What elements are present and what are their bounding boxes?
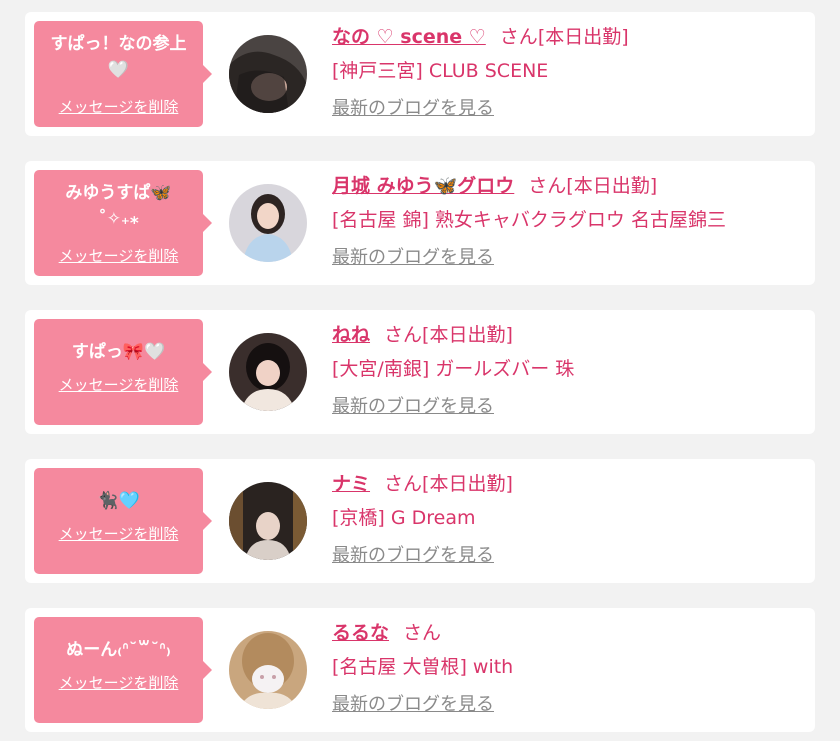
list-item: ぬーん₍ᐢ˘꒳˘ᐢ₎ メッセージを削除 るるな さん [名古屋 大曽根] with… (25, 608, 815, 732)
store-text: [名古屋 錦] 熟女キャバクラグロウ 名古屋錦三 (332, 209, 726, 231)
name-row: ナミ さん[本日出勤] (332, 467, 805, 501)
cast-name-link[interactable]: 月城 みゆう🦋グロウ (332, 175, 514, 197)
store-text: [名古屋 大曽根] with (332, 656, 514, 678)
message-text: 🐈‍⬛🩵 (97, 491, 140, 511)
cast-name-link[interactable]: るるな (332, 622, 389, 644)
cast-name-link[interactable]: なの ♡ scene ♡ (332, 26, 486, 48)
message-bubble: すぱっ🎀🤍 メッセージを削除 (34, 319, 212, 425)
delete-message-link[interactable]: メッセージを削除 (34, 245, 203, 266)
avatar-photo (229, 333, 307, 411)
avatar[interactable] (229, 631, 307, 709)
cast-info: なの ♡ scene ♡ さん[本日出勤] [神戸三宮] CLUB SCENE 最… (332, 20, 805, 126)
list-item: 🐈‍⬛🩵 メッセージを削除 ナミ さん[本日出勤] [京橋] G Dream 最新… (25, 459, 815, 583)
cast-info: るるな さん [名古屋 大曽根] with 最新のブログを見る (332, 616, 805, 722)
cast-info: ねね さん[本日出勤] [大宮/南銀] ガールズバー 珠 最新のブログを見る (332, 318, 805, 424)
store-text: [神戸三宮] CLUB SCENE (332, 60, 549, 82)
delete-message-link[interactable]: メッセージを削除 (34, 374, 203, 395)
message-bubble: すぱっ！なの参上 🤍 メッセージを削除 (34, 21, 212, 127)
store-text: [京橋] G Dream (332, 507, 476, 529)
list-item: すぱっ！なの参上 🤍 メッセージを削除 なの ♡ scene ♡ さん[本日出勤]… (25, 12, 815, 136)
honorific: さん (384, 473, 423, 495)
delete-message-link[interactable]: メッセージを削除 (34, 523, 203, 544)
cast-name-link[interactable]: ねね (332, 324, 370, 346)
blog-link[interactable]: 最新のブログを見る (332, 688, 494, 722)
message-text: すぱっ！なの参上 🤍 (50, 34, 187, 80)
honorific: さん (403, 622, 442, 644)
message-text: みゆうすぱ🦋 ˚✧₊⁎ (65, 183, 172, 229)
delete-message-link[interactable]: メッセージを削除 (34, 96, 203, 117)
blog-link[interactable]: 最新のブログを見る (332, 241, 494, 275)
honorific: さん (499, 26, 538, 48)
list-item: すぱっ🎀🤍 メッセージを削除 ねね さん[本日出勤] [大宮/南銀] ガールズバー… (25, 310, 815, 434)
blog-link[interactable]: 最新のブログを見る (332, 539, 494, 573)
avatar[interactable] (229, 333, 307, 411)
honorific: さん (384, 324, 423, 346)
name-row: るるな さん (332, 616, 805, 650)
cast-name-link[interactable]: ナミ (332, 473, 370, 495)
name-row: 月城 みゆう🦋グロウ さん[本日出勤] (332, 169, 805, 203)
message-bubble: 🐈‍⬛🩵 メッセージを削除 (34, 468, 212, 574)
status-text: [本日出勤] (422, 473, 513, 495)
cast-info: ナミ さん[本日出勤] [京橋] G Dream 最新のブログを見る (332, 467, 805, 573)
status-text: [本日出勤] (537, 26, 629, 48)
status-text: [本日出勤] (566, 175, 658, 197)
name-row: ねね さん[本日出勤] (332, 318, 805, 352)
avatar-photo (229, 184, 307, 262)
blog-link[interactable]: 最新のブログを見る (332, 92, 494, 126)
message-list: すぱっ！なの参上 🤍 メッセージを削除 なの ♡ scene ♡ さん[本日出勤]… (0, 0, 840, 741)
avatar[interactable] (229, 482, 307, 560)
blog-link[interactable]: 最新のブログを見る (332, 390, 494, 424)
message-text: ぬーん₍ᐢ˘꒳˘ᐢ₎ (66, 640, 171, 660)
avatar-photo (229, 35, 307, 113)
message-text: すぱっ🎀🤍 (71, 342, 166, 362)
cast-info: 月城 みゆう🦋グロウ さん[本日出勤] [名古屋 錦] 熟女キャバクラグロウ 名古… (332, 169, 805, 275)
status-text: [本日出勤] (422, 324, 513, 346)
honorific: さん (528, 175, 567, 197)
message-bubble: みゆうすぱ🦋 ˚✧₊⁎ メッセージを削除 (34, 170, 212, 276)
avatar-photo (229, 482, 307, 560)
avatar[interactable] (229, 35, 307, 113)
avatar-photo (229, 631, 307, 709)
delete-message-link[interactable]: メッセージを削除 (34, 672, 203, 693)
message-bubble: ぬーん₍ᐢ˘꒳˘ᐢ₎ メッセージを削除 (34, 617, 212, 723)
avatar[interactable] (229, 184, 307, 262)
list-item: みゆうすぱ🦋 ˚✧₊⁎ メッセージを削除 月城 みゆう🦋グロウ さん[本日出勤] … (25, 161, 815, 285)
store-text: [大宮/南銀] ガールズバー 珠 (332, 358, 575, 380)
name-row: なの ♡ scene ♡ さん[本日出勤] (332, 20, 805, 54)
